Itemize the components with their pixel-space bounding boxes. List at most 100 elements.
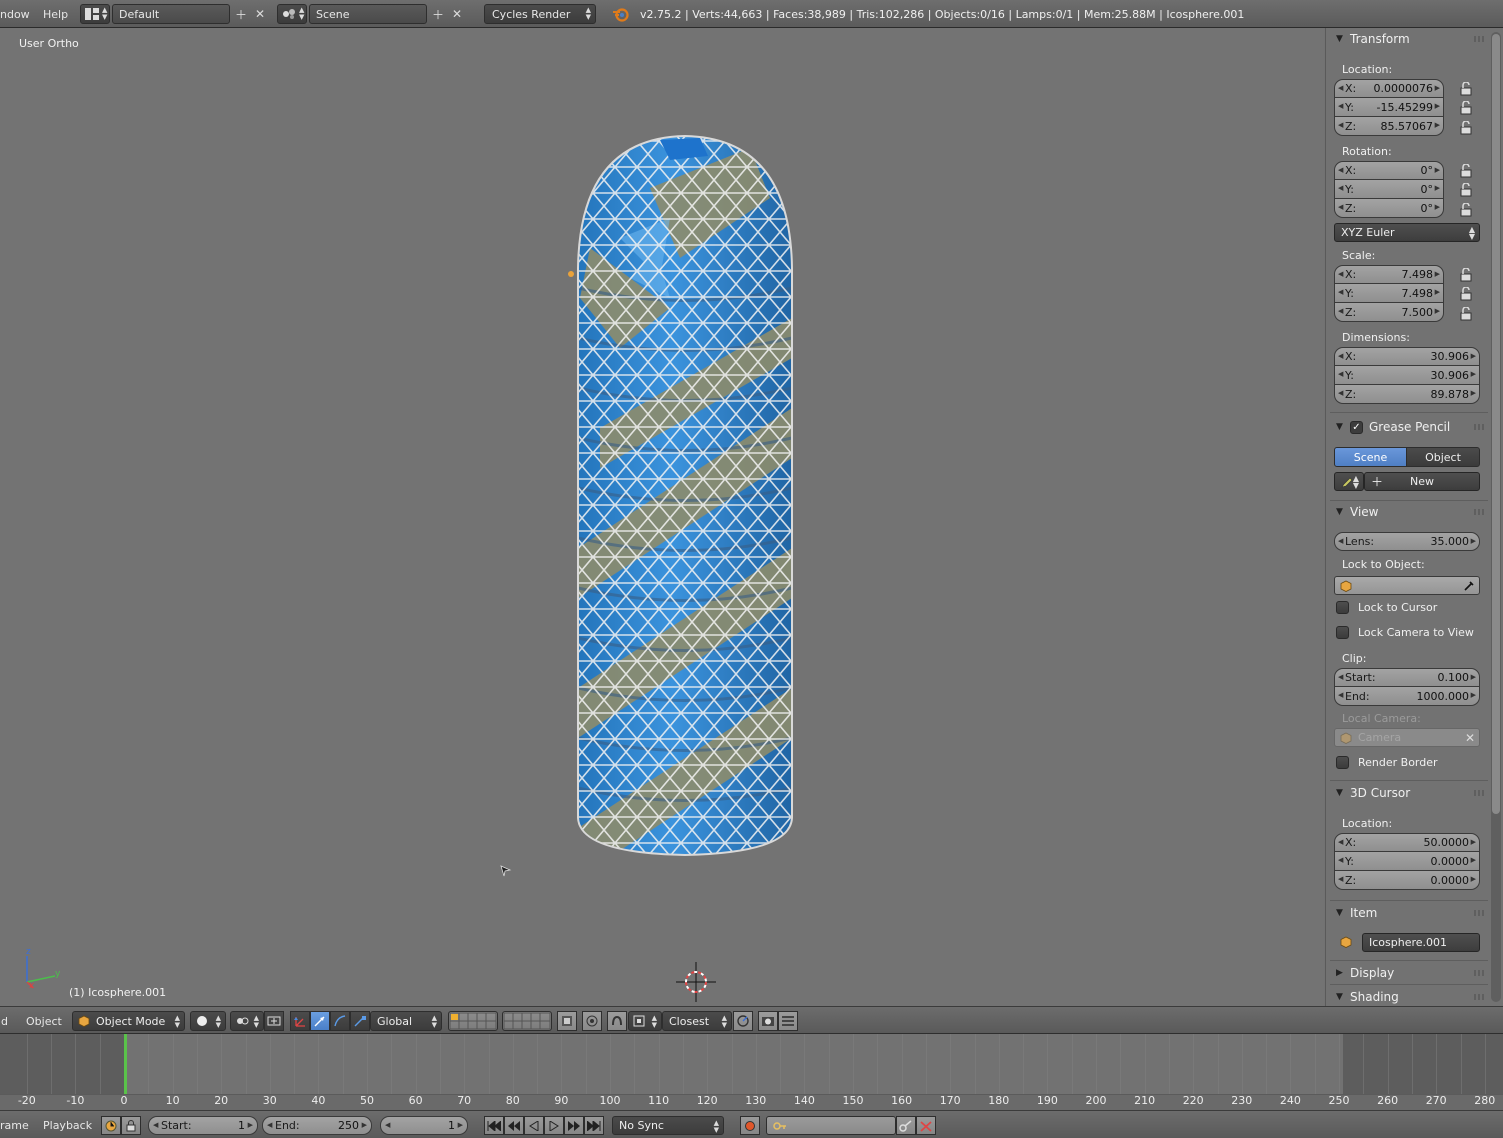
screen-layout-name-field[interactable]: Default (112, 4, 230, 24)
pivot-point-dropdown[interactable]: ▲ ▼ (230, 1011, 264, 1031)
sync-mode-dropdown[interactable]: No Sync ▲ ▼ (612, 1116, 724, 1135)
proportional-edit-icon[interactable] (582, 1011, 602, 1031)
menu-object[interactable]: Object (26, 1007, 62, 1035)
panel-3d-cursor-header[interactable]: ▼ 3D Cursor (1330, 782, 1488, 804)
menu-frame[interactable]: rame (0, 1111, 29, 1138)
cursor-location-y-field[interactable]: ◀ Y: 0.0000 ▶ (1334, 852, 1480, 871)
grease-pencil-browse-button[interactable]: ▲ ▼ (1334, 472, 1364, 491)
cursor-location-x-field[interactable]: ◀ X: 50.0000 ▶ (1334, 833, 1480, 852)
panel-shading-header[interactable]: ▼ Shading (1330, 986, 1488, 1006)
clip-end-field[interactable]: ◀ End: 1000.000 ▶ (1334, 687, 1480, 706)
tab-grease-pencil-object[interactable]: Object (1406, 447, 1480, 467)
layer-lock-icon[interactable] (557, 1011, 577, 1031)
properties-sidebar[interactable]: ▼ Transform Location: ◀ X: 0.0000076 ▶ ◀ Y: -1… (1325, 28, 1503, 1006)
menu-add[interactable]: d (1, 1007, 8, 1035)
scene-browse-button[interactable]: ▲ ▼ (277, 4, 307, 24)
auto-keying-record-icon[interactable] (740, 1116, 760, 1135)
scale-y-field[interactable]: ◀ Y: 7.498 ▶ (1334, 284, 1444, 303)
keying-set-field[interactable] (766, 1116, 896, 1135)
rotate-manipulator-icon[interactable] (330, 1011, 350, 1031)
lock-location-y-icon[interactable] (1454, 99, 1478, 117)
lock-time-cursor-icon[interactable] (121, 1116, 141, 1135)
lock-location-x-icon[interactable] (1454, 80, 1478, 98)
grease-pencil-new-button[interactable]: ＋ New (1364, 472, 1480, 491)
lock-location-z-icon[interactable] (1454, 119, 1478, 137)
snap-toggle-icon[interactable] (607, 1011, 627, 1031)
snap-align-rotation-icon[interactable] (733, 1011, 753, 1031)
insert-keyframe-icon[interactable] (896, 1116, 916, 1135)
lock-scale-z-icon[interactable] (1454, 305, 1478, 323)
play-icon[interactable] (544, 1116, 564, 1135)
grease-pencil-enable-checkbox[interactable]: ✓ (1350, 420, 1363, 434)
rotation-z-field[interactable]: ◀ Z: 0° ▶ (1334, 199, 1444, 218)
lock-camera-to-view-toggle[interactable]: Lock Camera to View (1336, 626, 1474, 639)
lock-rotation-y-icon[interactable] (1454, 181, 1478, 199)
dimensions-x-field[interactable]: ◀ X: 30.906 ▶ (1334, 347, 1480, 366)
3d-cursor-icon[interactable] (676, 962, 716, 1005)
render-engine-dropdown[interactable]: Cycles Render ▲ ▼ (484, 4, 596, 24)
snap-element-dropdown[interactable]: ▲ ▼ (628, 1011, 662, 1031)
viewport-shading-dropdown[interactable]: ▲ ▼ (190, 1011, 226, 1031)
current-frame-field[interactable]: ◀ 1 ▶ (380, 1116, 468, 1135)
dimensions-y-field[interactable]: ◀ Y: 30.906 ▶ (1334, 366, 1480, 385)
scale-z-field[interactable]: ◀ Z: 7.500 ▶ (1334, 303, 1444, 322)
render-still-icon[interactable] (758, 1011, 778, 1031)
jump-to-start-icon[interactable] (484, 1116, 504, 1135)
end-frame-field[interactable]: ◀ End: 250 ▶ (262, 1116, 372, 1135)
lock-scale-y-icon[interactable] (1454, 285, 1478, 303)
scale-x-field[interactable]: ◀ X: 7.498 ▶ (1334, 265, 1444, 284)
render-animation-icon[interactable] (778, 1011, 798, 1031)
panel-view-header[interactable]: ▼ View (1330, 501, 1488, 523)
lock-rotation-z-icon[interactable] (1454, 201, 1478, 219)
delete-keyframe-icon[interactable] (916, 1116, 936, 1135)
translate-manipulator-icon[interactable] (310, 1011, 330, 1031)
menu-playback[interactable]: Playback (43, 1111, 92, 1138)
play-reverse-icon[interactable] (524, 1116, 544, 1135)
rotation-mode-dropdown[interactable]: XYZ Euler ▲ ▼ (1334, 223, 1480, 242)
panel-item-header[interactable]: ▼ Item (1330, 902, 1488, 924)
preview-range-icon[interactable] (101, 1116, 121, 1135)
menu-window[interactable]: ndow (0, 0, 30, 28)
manipulator-toggle-icon[interactable] (290, 1011, 310, 1031)
object-name-field[interactable]: Icosphere.001 (1362, 933, 1480, 952)
rotation-x-field[interactable]: ◀ X: 0° ▶ (1334, 161, 1444, 180)
lock-to-cursor-toggle[interactable]: Lock to Cursor (1336, 601, 1437, 614)
location-x-field[interactable]: ◀ X: 0.0000076 ▶ (1334, 79, 1444, 98)
icosphere-mesh[interactable] (560, 128, 810, 868)
lock-scale-x-icon[interactable] (1454, 266, 1478, 284)
add-scene-icon[interactable]: ＋ (429, 4, 447, 24)
cursor-location-z-field[interactable]: ◀ Z: 0.0000 ▶ (1334, 871, 1480, 890)
add-screen-icon[interactable]: ＋ (232, 4, 250, 24)
timeline-playhead[interactable] (124, 1034, 127, 1094)
layers-grid-1[interactable] (448, 1011, 498, 1031)
dimensions-z-field[interactable]: ◀ Z: 89.878 ▶ (1334, 385, 1480, 404)
jump-to-keyframe-next-icon[interactable] (564, 1116, 584, 1135)
start-frame-field[interactable]: ◀ Start: 1 ▶ (148, 1116, 258, 1135)
jump-to-end-icon[interactable] (584, 1116, 604, 1135)
rotation-y-field[interactable]: ◀ Y: 0° ▶ (1334, 180, 1444, 199)
panel-transform-header[interactable]: ▼ Transform (1330, 28, 1488, 50)
tab-grease-pencil-scene[interactable]: Scene (1334, 447, 1407, 467)
panel-display-header[interactable]: ▶ Display (1330, 962, 1488, 984)
panel-grease-pencil-header[interactable]: ▼ ✓ Grease Pencil (1330, 416, 1488, 438)
lock-rotation-x-icon[interactable] (1454, 162, 1478, 180)
scene-name-field[interactable]: Scene (309, 4, 427, 24)
lock-to-object-field[interactable] (1334, 576, 1480, 595)
3d-viewport[interactable]: User Ortho z y x (1) Icosphere.001 (0, 28, 1324, 1006)
location-y-field[interactable]: ◀ Y: -15.45299 ▶ (1334, 98, 1444, 117)
screen-layout-browse-button[interactable]: ▲ ▼ (80, 4, 110, 24)
sidebar-scrollbar-thumb[interactable] (1492, 34, 1500, 814)
timeline-editor[interactable]: -20 -10 0 10 20 30 40 50 60 70 80 90 100 110 120 130 140… (0, 1034, 1503, 1110)
lens-field[interactable]: ◀ Lens: 35.000 ▶ (1334, 532, 1480, 551)
remove-screen-icon[interactable]: ✕ (251, 4, 269, 24)
location-z-field[interactable]: ◀ Z: 85.57067 ▶ (1334, 117, 1444, 136)
sidebar-scrollbar[interactable] (1491, 32, 1501, 1002)
transform-orientation-dropdown[interactable]: Global ▲ ▼ (370, 1011, 442, 1031)
layers-grid-2[interactable] (502, 1011, 552, 1031)
remove-scene-icon[interactable]: ✕ (448, 4, 466, 24)
menu-help[interactable]: Help (43, 0, 68, 28)
snap-target-dropdown[interactable]: Closest ▲ ▼ (662, 1011, 732, 1031)
manipulator-center-icon[interactable] (264, 1011, 284, 1031)
jump-to-keyframe-prev-icon[interactable] (504, 1116, 524, 1135)
clip-start-field[interactable]: ◀ Start: 0.100 ▶ (1334, 668, 1480, 687)
